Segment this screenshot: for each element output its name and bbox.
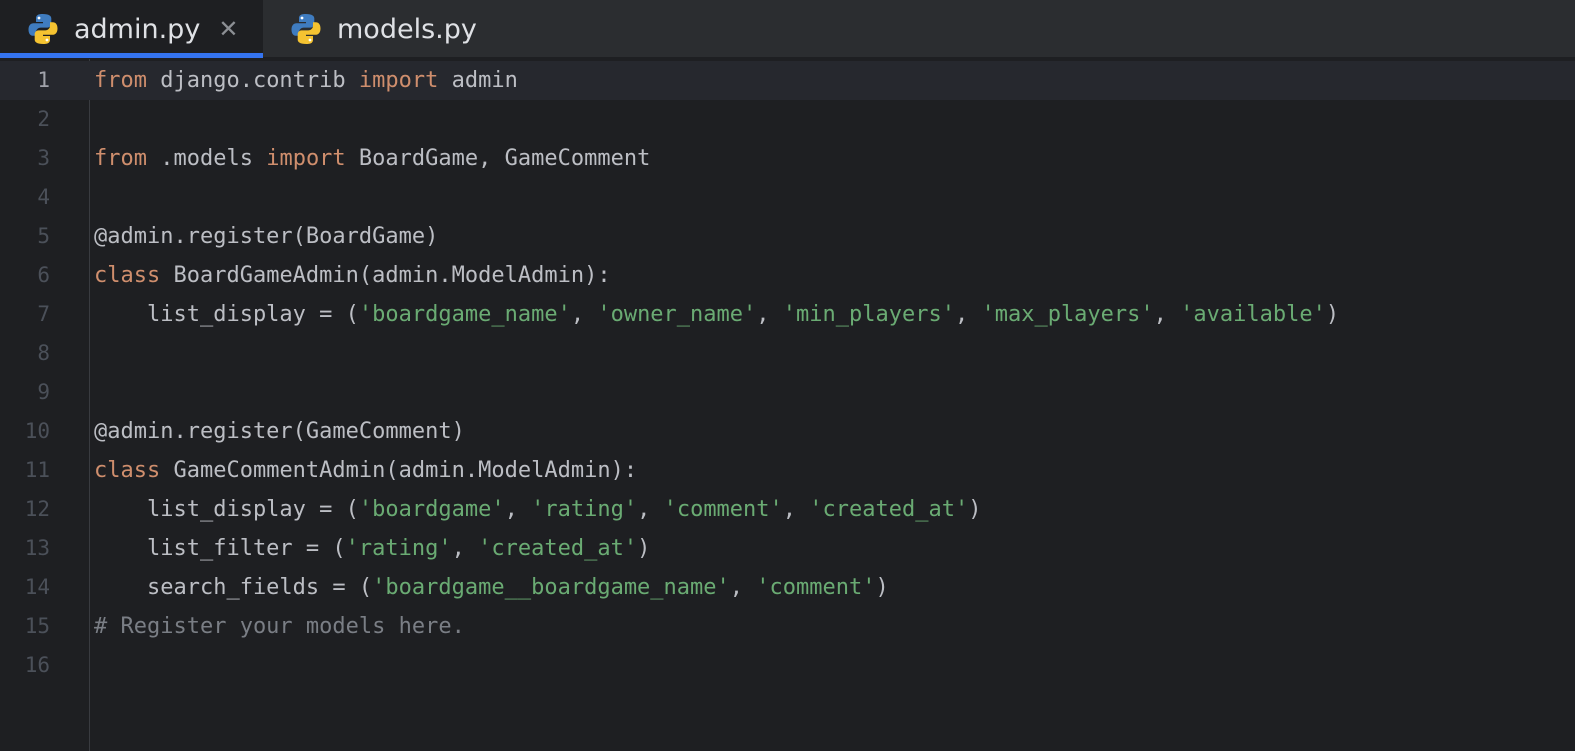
code-token: 'min_players' bbox=[782, 302, 955, 327]
code-token: , bbox=[782, 497, 810, 522]
line-number: 12 bbox=[24, 497, 50, 521]
code-text: list_display = ('boardgame_name', 'owner… bbox=[94, 295, 1339, 334]
code-token: 'boardgame__boardgame_name' bbox=[372, 575, 730, 600]
line-number: 11 bbox=[24, 458, 50, 482]
code-token: admin bbox=[438, 68, 518, 93]
code-token: , bbox=[637, 497, 664, 522]
code-token: BoardGame, GameComment bbox=[345, 146, 651, 171]
code-token: , bbox=[756, 302, 783, 327]
code-token: django.contrib bbox=[146, 68, 359, 93]
code-text: from .models import BoardGame, GameComme… bbox=[94, 139, 650, 178]
code-token: @admin.register(BoardGame) bbox=[94, 224, 439, 249]
code-line[interactable]: 14 search_fields = ('boardgame__boardgam… bbox=[0, 568, 1575, 607]
code-token: 'boardgame_name' bbox=[358, 302, 571, 327]
code-token: ) bbox=[637, 536, 651, 561]
code-token: GameCommentAdmin(admin.ModelAdmin): bbox=[160, 458, 638, 483]
code-token: class bbox=[94, 458, 161, 483]
code-token: , bbox=[570, 302, 598, 327]
line-number: 4 bbox=[37, 185, 50, 209]
code-line[interactable]: 2 bbox=[0, 100, 1575, 139]
code-token: 'comment' bbox=[663, 497, 783, 522]
code-token: ) bbox=[875, 575, 889, 600]
code-token: 'boardgame' bbox=[358, 497, 505, 522]
code-text: @admin.register(GameComment) bbox=[94, 412, 465, 451]
code-token: list_display = ( bbox=[94, 497, 359, 522]
code-token: , bbox=[1153, 302, 1181, 327]
line-number: 3 bbox=[37, 146, 50, 170]
tab-label: models.py bbox=[337, 13, 477, 45]
editor-tab-bar: admin.py ✕ models.py bbox=[0, 0, 1575, 58]
line-number: 10 bbox=[24, 419, 50, 443]
code-token: from bbox=[94, 68, 147, 93]
code-line[interactable]: 4 bbox=[0, 178, 1575, 217]
code-line[interactable]: 5 @admin.register(BoardGame) bbox=[0, 217, 1575, 256]
code-line[interactable]: 8 bbox=[0, 334, 1575, 373]
code-token: search_fields = ( bbox=[94, 575, 373, 600]
code-line[interactable]: 3 from .models import BoardGame, GameComm… bbox=[0, 139, 1575, 178]
code-token: , bbox=[451, 536, 479, 561]
code-token: 'available' bbox=[1180, 302, 1326, 327]
code-token: list_display = ( bbox=[94, 302, 359, 327]
code-token: .models bbox=[146, 146, 267, 171]
close-icon[interactable]: ✕ bbox=[218, 15, 238, 43]
code-token: # Register your models here. bbox=[94, 614, 465, 639]
line-number: 5 bbox=[37, 224, 50, 248]
line-number: 16 bbox=[24, 653, 50, 677]
code-line[interactable]: 7 list_display = ('boardgame_name', 'own… bbox=[0, 295, 1575, 334]
line-number: 14 bbox=[24, 575, 50, 599]
code-text: @admin.register(BoardGame) bbox=[94, 217, 438, 256]
code-token: 'comment' bbox=[756, 575, 876, 600]
code-text: search_fields = ('boardgame__boardgame_n… bbox=[94, 568, 889, 607]
line-number: 7 bbox=[37, 302, 50, 326]
code-text: list_filter = ('rating', 'created_at') bbox=[94, 529, 650, 568]
code-token: list_filter = ( bbox=[94, 536, 346, 561]
code-line[interactable]: 9 bbox=[0, 373, 1575, 412]
line-number: 1 bbox=[37, 68, 50, 92]
code-token: 'owner_name' bbox=[597, 302, 757, 327]
code-token: ) bbox=[968, 497, 982, 522]
code-line[interactable]: 11 class GameCommentAdmin(admin.ModelAdmi… bbox=[0, 451, 1575, 490]
python-icon bbox=[28, 14, 58, 44]
code-line[interactable]: 12 list_display = ('boardgame', 'rating'… bbox=[0, 490, 1575, 529]
line-number: 13 bbox=[24, 536, 50, 560]
code-token: , bbox=[954, 302, 982, 327]
code-text: from django.contrib import admin bbox=[94, 61, 518, 100]
line-number: 9 bbox=[37, 380, 50, 404]
line-number: 15 bbox=[24, 614, 50, 638]
code-text: # Register your models here. bbox=[94, 607, 465, 646]
tab-admin-py[interactable]: admin.py ✕ bbox=[0, 0, 263, 58]
code-token: class bbox=[94, 263, 161, 288]
code-token: ) bbox=[1325, 302, 1340, 327]
line-number: 8 bbox=[37, 341, 50, 365]
tab-models-py[interactable]: models.py bbox=[264, 0, 504, 58]
code-token: 'rating' bbox=[345, 536, 452, 561]
code-text: class BoardGameAdmin(admin.ModelAdmin): bbox=[94, 256, 611, 295]
line-number: 6 bbox=[37, 263, 50, 287]
code-token: 'rating' bbox=[531, 497, 638, 522]
code-token: import bbox=[358, 68, 439, 93]
code-token: 'created_at' bbox=[809, 497, 969, 522]
code-text: class GameCommentAdmin(admin.ModelAdmin)… bbox=[94, 451, 637, 490]
code-token: 'created_at' bbox=[478, 536, 638, 561]
code-line[interactable]: 15 # Register your models here. bbox=[0, 607, 1575, 646]
code-token: import bbox=[266, 146, 346, 171]
tab-label: admin.py bbox=[74, 13, 201, 45]
code-token: BoardGameAdmin(admin.ModelAdmin): bbox=[160, 263, 611, 288]
code-editor[interactable]: 1 from django.contrib import admin 2 3 from … bbox=[0, 59, 1575, 751]
code-token: from bbox=[94, 146, 147, 171]
python-icon bbox=[291, 14, 321, 44]
line-number: 2 bbox=[37, 107, 50, 131]
code-token: 'max_players' bbox=[981, 302, 1154, 327]
code-line[interactable]: 13 list_filter = ('rating', 'created_at'… bbox=[0, 529, 1575, 568]
code-token: , bbox=[504, 497, 532, 522]
code-token: , bbox=[729, 575, 757, 600]
code-line[interactable]: 10 @admin.register(GameComment) bbox=[0, 412, 1575, 451]
code-token: @admin.register(GameComment) bbox=[94, 419, 465, 444]
code-line[interactable]: 1 from django.contrib import admin bbox=[0, 61, 1575, 100]
code-text: list_display = ('boardgame', 'rating', '… bbox=[94, 490, 982, 529]
code-line[interactable]: 6 class BoardGameAdmin(admin.ModelAdmin): bbox=[0, 256, 1575, 295]
code-line[interactable]: 16 bbox=[0, 646, 1575, 685]
